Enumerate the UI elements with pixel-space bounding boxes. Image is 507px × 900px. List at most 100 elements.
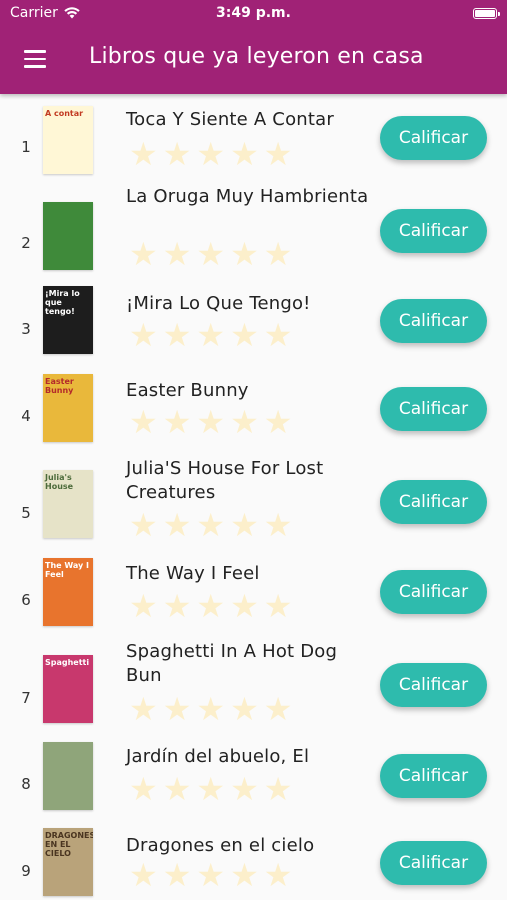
star-icon[interactable]: ★: [264, 590, 293, 622]
star-icon[interactable]: ★: [230, 138, 259, 170]
star-icon[interactable]: ★: [230, 859, 259, 891]
book-cover-image: DRAGONES EN EL CIELO: [43, 828, 93, 896]
star-icon[interactable]: ★: [264, 238, 293, 270]
star-icon[interactable]: ★: [264, 859, 293, 891]
item-number: 1: [21, 138, 31, 156]
rate-button[interactable]: Calificar: [380, 841, 487, 885]
star-icon[interactable]: ★: [230, 319, 259, 351]
star-icon[interactable]: ★: [230, 590, 259, 622]
rate-button[interactable]: Calificar: [380, 209, 487, 253]
star-icon[interactable]: ★: [196, 693, 225, 725]
rate-button[interactable]: Calificar: [380, 480, 487, 524]
book-cover-image: [43, 202, 93, 270]
item-number: 9: [21, 862, 31, 880]
star-icon[interactable]: ★: [196, 509, 225, 541]
book-cover-image: Easter Bunny: [43, 374, 93, 442]
book-cover-image: ¡Mira lo que tengo!: [43, 286, 93, 354]
star-rating[interactable]: ★ ★ ★ ★ ★: [129, 406, 297, 438]
rate-button[interactable]: Calificar: [380, 387, 487, 431]
book-cover-image: Julia's House: [43, 470, 93, 538]
star-icon[interactable]: ★: [163, 773, 192, 805]
book-cover-image: [43, 742, 93, 810]
cover-text: Easter Bunny: [45, 377, 74, 395]
star-icon[interactable]: ★: [230, 238, 259, 270]
star-icon[interactable]: ★: [163, 406, 192, 438]
star-icon[interactable]: ★: [129, 773, 158, 805]
book-cover-image: A contar: [43, 106, 93, 174]
star-icon[interactable]: ★: [129, 238, 158, 270]
book-cover-image: The Way I Feel: [43, 558, 93, 626]
cover-text: A contar: [45, 109, 84, 118]
star-icon[interactable]: ★: [264, 773, 293, 805]
rate-button[interactable]: Calificar: [380, 116, 487, 160]
star-icon[interactable]: ★: [230, 509, 259, 541]
star-icon[interactable]: ★: [129, 319, 158, 351]
rate-button[interactable]: Calificar: [380, 299, 487, 343]
star-icon[interactable]: ★: [163, 238, 192, 270]
star-icon[interactable]: ★: [264, 406, 293, 438]
item-number: 6: [21, 591, 31, 609]
hamburger-menu-icon[interactable]: [24, 50, 46, 68]
star-icon[interactable]: ★: [163, 319, 192, 351]
clock: 3:49 p.m.: [216, 5, 291, 21]
star-icon[interactable]: ★: [196, 773, 225, 805]
item-number: 2: [21, 234, 31, 252]
star-rating[interactable]: ★ ★ ★ ★ ★: [129, 773, 297, 805]
star-icon[interactable]: ★: [129, 590, 158, 622]
book-title: Easter Bunny: [126, 380, 249, 401]
star-icon[interactable]: ★: [129, 138, 158, 170]
star-icon[interactable]: ★: [230, 406, 259, 438]
star-icon[interactable]: ★: [163, 138, 192, 170]
star-icon[interactable]: ★: [264, 693, 293, 725]
star-icon[interactable]: ★: [264, 138, 293, 170]
star-icon[interactable]: ★: [230, 773, 259, 805]
book-title: Dragones en el cielo: [126, 835, 315, 856]
status-bar: Carrier 3:49 p.m.: [0, 0, 507, 28]
star-icon[interactable]: ★: [163, 509, 192, 541]
star-icon[interactable]: ★: [129, 406, 158, 438]
item-number: 3: [21, 320, 31, 338]
star-icon[interactable]: ★: [129, 859, 158, 891]
item-number: 8: [21, 775, 31, 793]
rate-button[interactable]: Calificar: [380, 663, 487, 707]
star-icon[interactable]: ★: [163, 859, 192, 891]
app-header: Carrier 3:49 p.m. Libros que ya leyeron …: [0, 0, 507, 94]
book-title: Toca Y Siente A Contar: [126, 109, 334, 130]
cover-text: ¡Mira lo que tengo!: [45, 289, 80, 316]
star-icon[interactable]: ★: [264, 319, 293, 351]
item-number: 7: [21, 689, 31, 707]
rate-button[interactable]: Calificar: [380, 570, 487, 614]
book-cover-image: Spaghetti: [43, 655, 93, 723]
star-icon[interactable]: ★: [129, 693, 158, 725]
cover-text: Spaghetti: [45, 658, 90, 667]
cover-text: DRAGONES EN EL CIELO: [45, 831, 93, 858]
star-icon[interactable]: ★: [196, 590, 225, 622]
book-title: Spaghetti In A Hot Dog Bun: [126, 641, 338, 686]
book-title: Julia'S House For Lost Creatures: [126, 458, 324, 503]
star-rating[interactable]: ★ ★ ★ ★ ★: [129, 859, 297, 891]
cover-text: The Way I Feel: [45, 561, 90, 579]
book-title: La Oruga Muy Hambrienta: [126, 186, 369, 207]
rate-button[interactable]: Calificar: [380, 754, 487, 798]
star-rating[interactable]: ★ ★ ★ ★ ★: [129, 693, 297, 725]
star-icon[interactable]: ★: [196, 138, 225, 170]
star-icon[interactable]: ★: [196, 319, 225, 351]
star-rating[interactable]: ★ ★ ★ ★ ★: [129, 509, 297, 541]
star-icon[interactable]: ★: [196, 859, 225, 891]
item-number: 5: [21, 504, 31, 522]
star-icon[interactable]: ★: [196, 238, 225, 270]
book-title: The Way I Feel: [126, 563, 260, 584]
star-rating[interactable]: ★ ★ ★ ★ ★: [129, 319, 297, 351]
star-rating[interactable]: ★ ★ ★ ★ ★: [129, 238, 297, 270]
star-rating[interactable]: ★ ★ ★ ★ ★: [129, 138, 297, 170]
star-icon[interactable]: ★: [230, 693, 259, 725]
item-number: 4: [21, 407, 31, 425]
star-icon[interactable]: ★: [163, 590, 192, 622]
page-title: Libros que ya leyeron en casa: [89, 44, 424, 69]
star-icon[interactable]: ★: [264, 509, 293, 541]
star-icon[interactable]: ★: [129, 509, 158, 541]
book-title: ¡Mira Lo Que Tengo!: [126, 293, 311, 314]
star-icon[interactable]: ★: [196, 406, 225, 438]
star-icon[interactable]: ★: [163, 693, 192, 725]
star-rating[interactable]: ★ ★ ★ ★ ★: [129, 590, 297, 622]
